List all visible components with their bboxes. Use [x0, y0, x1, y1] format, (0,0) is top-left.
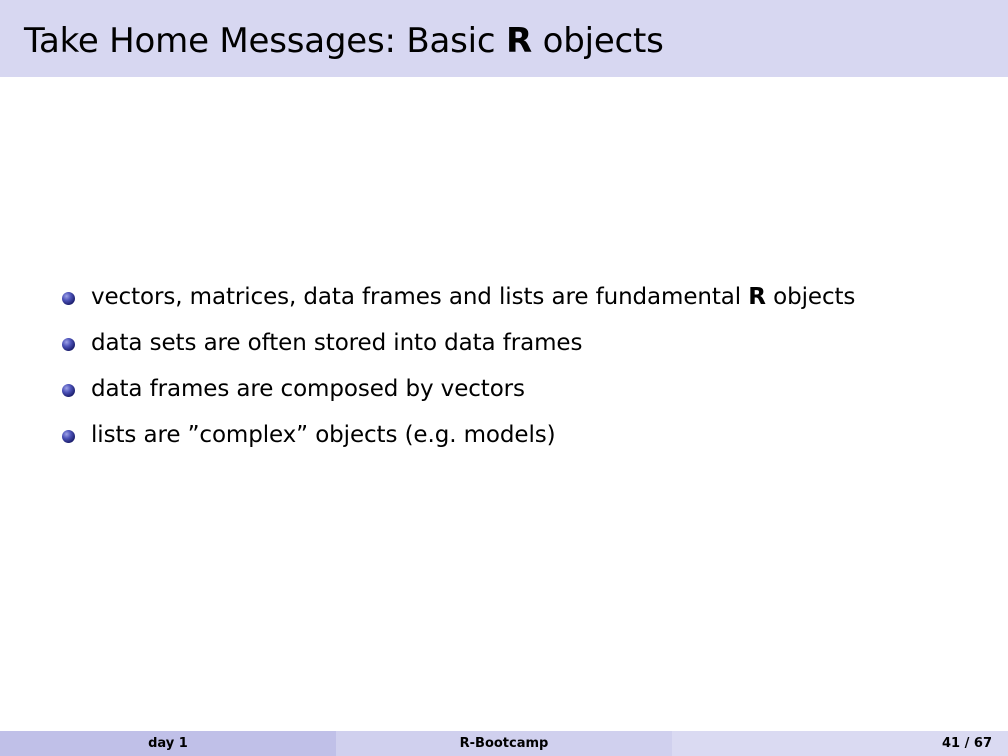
bullet-text-part: vectors, matrices, data frames and lists…	[91, 284, 749, 310]
bullet-text-bold: R	[748, 284, 766, 310]
bullet-item: vectors, matrices, data frames and lists…	[62, 279, 855, 325]
slide-title-prefix: Take Home Messages: Basic	[24, 21, 507, 61]
bullet-item: lists are ”complex” objects (e.g. models…	[62, 417, 855, 463]
footer-page-number: 41 / 67	[672, 731, 1008, 756]
title-bar: Take Home Messages: Basic R objects	[0, 0, 1008, 77]
footer-session: day 1	[0, 731, 336, 756]
bullet-ball-icon	[62, 384, 75, 397]
bullet-ball-icon	[62, 338, 75, 351]
footer-course-title: R-Bootcamp	[336, 731, 672, 756]
bullet-text-part: lists are ”complex” objects (e.g. models…	[91, 422, 556, 448]
slide-title-bold: R	[506, 21, 532, 61]
slide-title-suffix: objects	[532, 21, 664, 61]
bullet-ball-icon	[62, 292, 75, 305]
bullet-text: data sets are often stored into data fra…	[91, 325, 582, 361]
bullet-text-part: objects	[765, 284, 856, 310]
bullet-ball-icon	[62, 430, 75, 443]
bullet-text-part: data sets are often stored into data fra…	[91, 330, 583, 356]
slide-title: Take Home Messages: Basic R objects	[24, 19, 664, 63]
bullet-item: data sets are often stored into data fra…	[62, 325, 855, 371]
bullet-text: vectors, matrices, data frames and lists…	[91, 279, 855, 315]
bullet-item: data frames are composed by vectors	[62, 371, 855, 417]
footer-bar: day 1 R-Bootcamp 41 / 67	[0, 731, 1008, 756]
bullet-text-part: data frames are composed by vectors	[91, 376, 525, 402]
bullet-text: lists are ”complex” objects (e.g. models…	[91, 417, 556, 453]
bullet-text: data frames are composed by vectors	[91, 371, 525, 407]
bullet-list: vectors, matrices, data frames and lists…	[62, 279, 855, 463]
